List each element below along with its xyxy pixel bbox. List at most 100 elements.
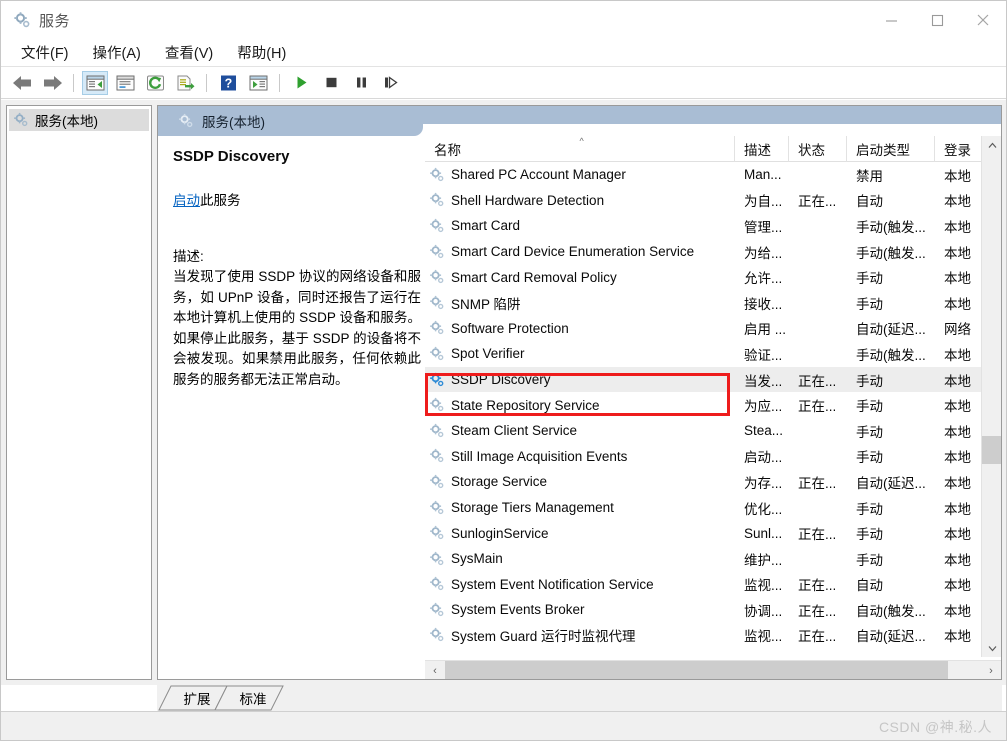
- cell-status: [789, 316, 847, 342]
- cell-status: [789, 239, 847, 265]
- view-tabs: 扩展 标准: [157, 685, 1002, 711]
- close-button[interactable]: [960, 1, 1006, 39]
- cell-startup-type: 禁用: [856, 168, 883, 184]
- list-rows-container: Shared PC Account Manager Man... 禁用 本地 Shell…: [425, 162, 981, 657]
- menu-help[interactable]: 帮助(H): [227, 40, 296, 65]
- service-name-label: SunloginService: [451, 525, 549, 541]
- cell-startup-type: 手动: [856, 373, 883, 389]
- svg-text:?: ?: [224, 76, 232, 90]
- cell-logon: 本地: [944, 219, 971, 235]
- cell-startup-type: 自动(延迟...: [856, 322, 926, 338]
- table-row[interactable]: Smart Card Device Enumeration Service 为给.…: [425, 239, 981, 265]
- cell-status: [789, 444, 847, 470]
- details-and-list-pane: 服务(本地) SSDP Discovery 启动此服务 描述: 当发现了使用 S…: [157, 105, 1002, 680]
- cell-service-name: SNMP 陷阱: [425, 290, 735, 316]
- table-row[interactable]: SunloginService Sunl... 正在... 手动 本地: [425, 520, 981, 546]
- table-row[interactable]: Software Protection 启用 ... 自动(延迟... 网络: [425, 316, 981, 342]
- cell-logon: 本地: [944, 399, 971, 415]
- cell-service-name: Smart Card Removal Policy: [425, 264, 735, 290]
- table-row[interactable]: System Guard 运行时监视代理 监视... 正在... 自动(延迟... 本地: [425, 623, 981, 649]
- services-gear-icon: [429, 244, 445, 260]
- table-row[interactable]: System Events Broker 协调... 正在... 自动(触发... 本地: [425, 597, 981, 623]
- cell-status: [789, 264, 847, 290]
- table-row[interactable]: Shell Hardware Detection 为自... 正在... 自动 本地: [425, 188, 981, 214]
- service-name-label: SSDP Discovery: [451, 372, 551, 388]
- column-header-logon[interactable]: 登录: [935, 136, 981, 162]
- table-row[interactable]: Steam Client Service Stea... 手动 本地: [425, 418, 981, 444]
- cell-description: 启动...: [744, 450, 783, 466]
- title-bar: 服务: [1, 1, 1006, 39]
- hscrollbar-thumb[interactable]: [445, 660, 948, 679]
- column-header-name[interactable]: 名称 ^: [425, 136, 735, 162]
- table-row[interactable]: Smart Card 管理... 手动(触发... 本地: [425, 213, 981, 239]
- minimize-button[interactable]: [868, 1, 914, 39]
- list-horizontal-scrollbar[interactable]: ‹ ›: [425, 660, 1001, 680]
- stop-icon[interactable]: [318, 71, 344, 95]
- sidebar-item-label: 服务(本地): [35, 114, 98, 129]
- tab-extended[interactable]: 扩展: [173, 686, 221, 710]
- cell-description: 接收...: [744, 296, 783, 312]
- cell-description: 当发...: [744, 373, 783, 389]
- show-action-pane-icon[interactable]: [245, 71, 271, 95]
- cell-status: 正在...: [798, 578, 837, 594]
- cell-description: 为给...: [744, 245, 783, 261]
- cell-startup-type: 手动: [856, 501, 883, 517]
- service-name-label: Storage Service: [451, 474, 548, 490]
- column-header-status[interactable]: 状态: [789, 136, 847, 162]
- services-gear-icon: [429, 295, 445, 311]
- export-list-icon[interactable]: [172, 71, 198, 95]
- table-row[interactable]: Storage Service 为存... 正在... 自动(延迟... 本地: [425, 469, 981, 495]
- table-row[interactable]: SysMain 维护... 手动 本地: [425, 546, 981, 572]
- service-name-label: System Event Notification Service: [451, 576, 654, 592]
- window-title: 服务: [39, 12, 71, 30]
- start-service-link[interactable]: 启动: [173, 193, 200, 208]
- show-hide-tree-icon[interactable]: [82, 70, 108, 95]
- cell-startup-type: 手动: [856, 271, 883, 287]
- forward-arrow-icon[interactable]: [39, 71, 65, 95]
- table-row[interactable]: System Event Notification Service 监视... 正在…: [425, 572, 981, 598]
- column-header-description[interactable]: 描述: [735, 136, 789, 162]
- menu-file[interactable]: 文件(F): [11, 40, 79, 65]
- service-name-label: SNMP 陷阱: [451, 296, 521, 312]
- pause-icon[interactable]: [348, 71, 374, 95]
- cell-description: Sunl...: [744, 525, 783, 541]
- cell-service-name: Storage Service: [425, 469, 735, 495]
- cell-startup-type: 手动(触发...: [856, 245, 926, 261]
- cell-status: 正在...: [798, 527, 837, 543]
- restart-icon[interactable]: [378, 71, 404, 95]
- menu-view[interactable]: 查看(V): [155, 40, 223, 65]
- toolbar: ?: [1, 67, 1006, 99]
- cell-startup-type: 手动: [856, 552, 883, 568]
- cell-service-name: Smart Card: [425, 213, 735, 239]
- table-row[interactable]: Still Image Acquisition Events 启动... 手动 本地: [425, 444, 981, 470]
- refresh-icon[interactable]: [142, 71, 168, 95]
- table-row[interactable]: Shared PC Account Manager Man... 禁用 本地: [425, 162, 981, 188]
- play-icon[interactable]: [288, 71, 314, 95]
- back-arrow-icon[interactable]: [9, 71, 35, 95]
- cell-status: [789, 341, 847, 367]
- scroll-down-arrow-icon[interactable]: [982, 639, 1001, 657]
- scroll-left-arrow-icon[interactable]: ‹: [425, 661, 445, 680]
- service-name-label: Software Protection: [451, 320, 569, 336]
- tab-standard[interactable]: 标准: [229, 686, 277, 710]
- properties-icon[interactable]: [112, 71, 138, 95]
- table-row[interactable]: SNMP 陷阱 接收... 手动 本地: [425, 290, 981, 316]
- status-bar: [1, 711, 1006, 740]
- column-header-startup-type[interactable]: 启动类型: [847, 136, 935, 162]
- sidebar-item-services-local[interactable]: 服务(本地): [9, 109, 149, 131]
- maximize-button[interactable]: [914, 1, 960, 39]
- table-row[interactable]: State Repository Service 为应... 正在... 手动 本地: [425, 392, 981, 418]
- cell-logon: 本地: [944, 552, 971, 568]
- scroll-up-arrow-icon[interactable]: [982, 136, 1001, 154]
- scrollbar-thumb[interactable]: [982, 436, 1001, 464]
- scroll-right-arrow-icon[interactable]: ›: [981, 661, 1001, 680]
- menu-action[interactable]: 操作(A): [83, 40, 151, 65]
- help-icon[interactable]: ?: [215, 71, 241, 95]
- services-gear-icon: [429, 423, 445, 439]
- table-row[interactable]: Spot Verifier 验证... 手动(触发... 本地: [425, 341, 981, 367]
- table-row[interactable]: Smart Card Removal Policy 允许... 手动 本地: [425, 264, 981, 290]
- table-row[interactable]: SSDP Discovery 当发... 正在... 手动 本地: [425, 366, 981, 393]
- list-vertical-scrollbar[interactable]: [981, 136, 1001, 657]
- cell-service-name: Shared PC Account Manager: [425, 162, 735, 188]
- table-row[interactable]: Storage Tiers Management 优化... 手动 本地: [425, 495, 981, 521]
